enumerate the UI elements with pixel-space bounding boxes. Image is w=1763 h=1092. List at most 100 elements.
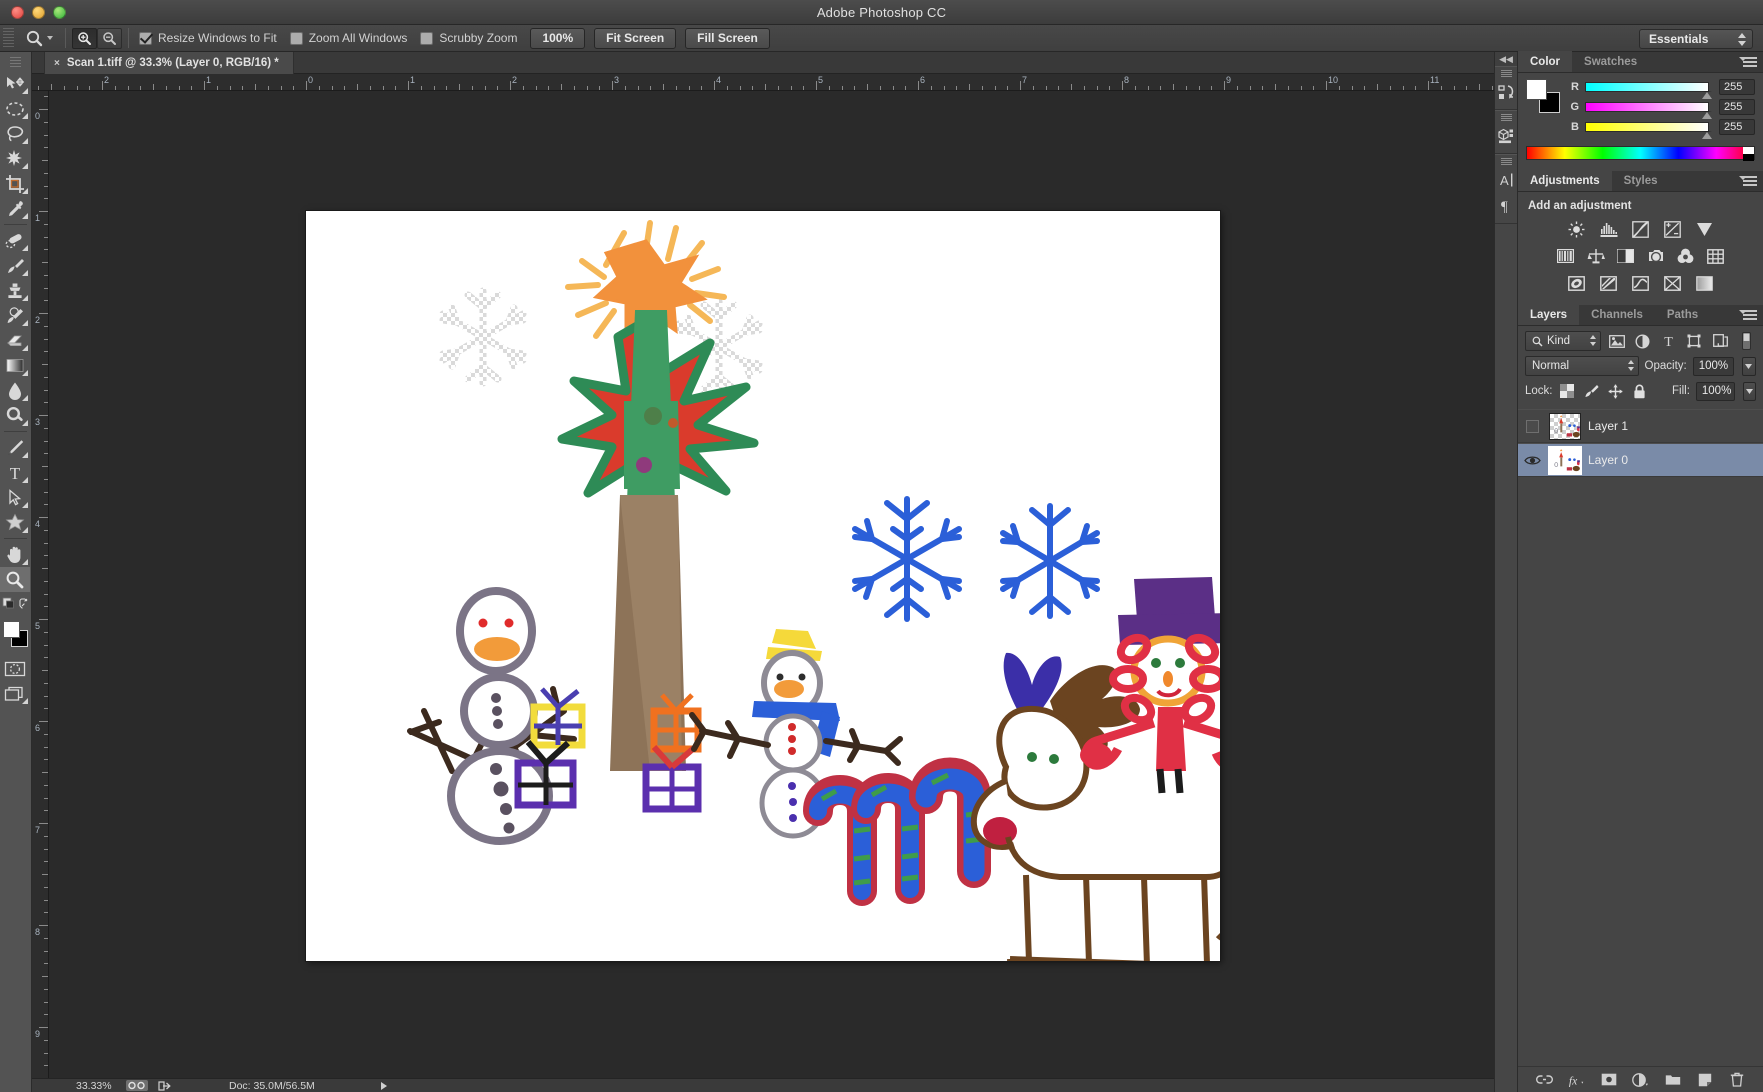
- fill-value[interactable]: 100%: [1695, 381, 1735, 401]
- canvas-area[interactable]: [49, 91, 1494, 1078]
- layer-visibility-toggle[interactable]: [1522, 443, 1542, 477]
- green-channel-row[interactable]: G 255: [1566, 99, 1755, 119]
- channel-mixer-icon[interactable]: [1676, 247, 1695, 265]
- tab-layers[interactable]: Layers: [1518, 304, 1580, 325]
- edit-toolbar-row[interactable]: [0, 592, 30, 614]
- document-tab[interactable]: × Scan 1.tiff @ 33.3% (Layer 0, RGB/16) …: [44, 52, 294, 74]
- invert-icon[interactable]: [1567, 274, 1586, 292]
- blue-value[interactable]: 255: [1719, 119, 1755, 135]
- gradient-map-icon[interactable]: [1663, 274, 1682, 292]
- lock-all-icon[interactable]: [1630, 381, 1648, 401]
- color-spectrum-ramp[interactable]: [1526, 146, 1755, 161]
- brightness-contrast-icon[interactable]: [1567, 220, 1586, 238]
- fill-screen-button[interactable]: Fill Screen: [685, 27, 770, 49]
- zoom-level[interactable]: 33.33%: [76, 1080, 116, 1092]
- toolbar-grip[interactable]: [10, 57, 21, 67]
- lock-image-icon[interactable]: [1582, 381, 1600, 401]
- collapse-panels-button[interactable]: ◀◀: [1495, 52, 1517, 66]
- red-slider[interactable]: [1585, 82, 1712, 99]
- exposure-icon[interactable]: [1663, 220, 1682, 238]
- eraser-tool[interactable]: [0, 328, 30, 353]
- tab-color[interactable]: Color: [1518, 51, 1573, 72]
- paragraph-panel-icon[interactable]: ¶: [1495, 193, 1517, 219]
- shape-filter-icon[interactable]: [1684, 331, 1704, 351]
- options-bar-grip[interactable]: [3, 28, 14, 48]
- photo-filter-icon[interactable]: [1646, 247, 1665, 265]
- zoom-in-button[interactable]: [72, 27, 97, 49]
- green-value[interactable]: 255: [1719, 99, 1755, 115]
- opacity-stepper-icon[interactable]: [1741, 356, 1756, 376]
- layer-thumbnail[interactable]: [1549, 412, 1581, 440]
- minimize-window-button[interactable]: [32, 5, 45, 19]
- crop-tool[interactable]: [0, 171, 30, 196]
- foreground-color-swatch[interactable]: [3, 621, 20, 638]
- posterize-icon[interactable]: [1599, 274, 1618, 292]
- curves-icon[interactable]: [1631, 220, 1650, 238]
- color-balance-icon[interactable]: [1586, 247, 1605, 265]
- maximize-window-button[interactable]: [53, 5, 66, 19]
- red-channel-row[interactable]: R 255: [1566, 79, 1755, 99]
- layer-visibility-toggle[interactable]: [1522, 409, 1542, 443]
- status-menu-arrow-icon[interactable]: [380, 1081, 387, 1090]
- blue-slider[interactable]: [1585, 122, 1712, 139]
- selective-color-icon[interactable]: [1695, 274, 1714, 292]
- tab-adjustments[interactable]: Adjustments: [1518, 170, 1612, 191]
- color-panel-swatches[interactable]: [1526, 79, 1560, 113]
- resize-windows-to-fit-checkbox[interactable]: Resize Windows to Fit: [139, 31, 277, 45]
- type-filter-icon[interactable]: T: [1658, 331, 1678, 351]
- magic-wand-tool[interactable]: [0, 146, 30, 171]
- tool-preset-picker[interactable]: [19, 29, 59, 48]
- adjustments-panel-menu-icon[interactable]: [1739, 176, 1757, 188]
- smartobject-filter-icon[interactable]: [1710, 331, 1730, 351]
- color-panel-menu-icon[interactable]: [1739, 57, 1757, 69]
- levels-icon[interactable]: [1599, 220, 1618, 238]
- window-controls[interactable]: [11, 5, 66, 19]
- history-panel-icon[interactable]: [1495, 79, 1517, 105]
- layer-filter-kind-select[interactable]: Kind: [1525, 331, 1601, 351]
- lock-transparency-icon[interactable]: [1559, 381, 1577, 401]
- adjustment-filter-icon[interactable]: [1632, 331, 1652, 351]
- clone-stamp-tool[interactable]: [0, 278, 30, 303]
- screen-mode-button[interactable]: [0, 681, 30, 706]
- eyedropper-tool[interactable]: [0, 196, 30, 221]
- vertical-ruler[interactable]: 0 1 2 3 4 5 6 7 8 9: [32, 91, 49, 1078]
- close-icon[interactable]: ×: [54, 58, 60, 69]
- blend-mode-select[interactable]: Normal: [1525, 356, 1639, 376]
- lasso-tool[interactable]: [0, 121, 30, 146]
- filter-toggle-icon[interactable]: [1736, 331, 1756, 351]
- hue-saturation-icon[interactable]: [1556, 247, 1575, 265]
- foreground-color-swatch[interactable]: [1526, 79, 1547, 100]
- fill-stepper-icon[interactable]: [1742, 381, 1756, 401]
- tab-channels[interactable]: Channels: [1579, 304, 1655, 325]
- horizontal-ruler[interactable]: 2 1 0 1 2 3 4 5 6 7 8 9 10 11: [32, 74, 1494, 91]
- scrubby-zoom-checkbox[interactable]: Scrubby Zoom: [420, 31, 517, 45]
- pen-tool[interactable]: [0, 435, 30, 460]
- panel-grip[interactable]: [1500, 70, 1512, 77]
- history-brush-tool[interactable]: [0, 303, 30, 328]
- new-group-icon[interactable]: [1664, 1071, 1681, 1088]
- zoom-all-windows-checkbox[interactable]: Zoom All Windows: [289, 31, 407, 45]
- spot-healing-brush-tool[interactable]: [0, 228, 30, 253]
- share-icon[interactable]: [158, 1080, 171, 1092]
- zoom-out-button[interactable]: [97, 27, 122, 49]
- link-layers-icon[interactable]: [1536, 1071, 1553, 1088]
- fit-screen-button[interactable]: Fit Screen: [594, 27, 677, 49]
- black-white-icon[interactable]: [1616, 247, 1635, 265]
- layer-name[interactable]: Layer 0: [1588, 453, 1628, 467]
- vibrance-icon[interactable]: [1695, 220, 1714, 238]
- delete-layer-icon[interactable]: [1728, 1071, 1745, 1088]
- new-layer-icon[interactable]: [1696, 1071, 1713, 1088]
- 3d-panel-group[interactable]: [1495, 110, 1517, 154]
- text-panels-group[interactable]: A ¶: [1495, 154, 1517, 224]
- zoom-tool[interactable]: [0, 567, 30, 592]
- brush-tool[interactable]: [0, 253, 30, 278]
- red-value[interactable]: 255: [1719, 79, 1755, 95]
- 3d-panel-icon[interactable]: [1495, 123, 1517, 149]
- checkbox-box[interactable]: [289, 31, 303, 45]
- layer-style-fx-icon[interactable]: fx: [1568, 1071, 1585, 1088]
- green-slider[interactable]: [1585, 102, 1712, 119]
- lock-position-icon[interactable]: [1606, 381, 1624, 401]
- layer-row-layer-0[interactable]: Layer 0: [1518, 443, 1763, 477]
- close-window-button[interactable]: [11, 5, 24, 19]
- type-tool[interactable]: T: [0, 460, 30, 485]
